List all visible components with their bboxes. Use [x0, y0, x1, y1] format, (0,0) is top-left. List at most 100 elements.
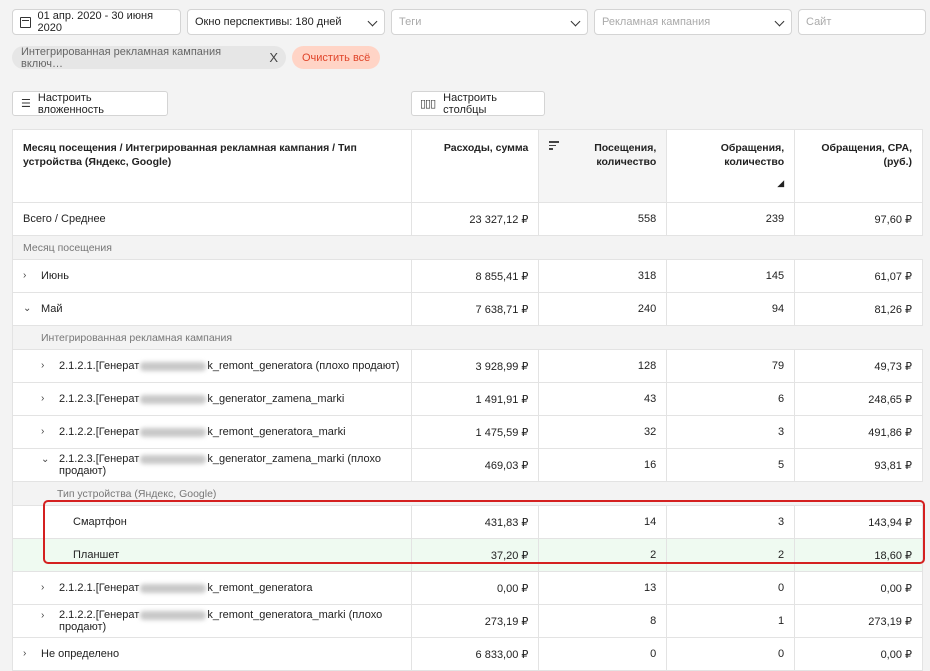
cell-requests: 3 — [667, 416, 796, 448]
cell-spend: 1 475,59 ₽ — [412, 416, 540, 448]
header-dimension[interactable]: Месяц посещения / Интегрированная реклам… — [13, 130, 412, 202]
chevron-down-icon[interactable]: ⌄ — [41, 454, 51, 466]
calendar-icon — [20, 16, 31, 28]
cell-visits: 14 — [539, 506, 668, 538]
chevron-right-icon[interactable]: › — [41, 393, 51, 405]
cell-cpa: 61,07 ₽ — [795, 260, 924, 292]
cell-spend: 431,83 ₽ — [412, 506, 540, 538]
cell-visits: 240 — [539, 293, 668, 325]
tags-placeholder: Теги — [399, 16, 422, 28]
row-name-cell: › 2.1.2.2.[Генерат k_remont_generatora_ma… — [13, 605, 412, 637]
row-name: Планшет — [13, 539, 412, 571]
nesting-icon: ☰ — [21, 98, 31, 110]
cell-spend: 469,03 ₽ — [412, 449, 540, 481]
row-name-cell: › 2.1.2.3.[Генерат k_generator_zamena_mar… — [13, 383, 412, 415]
cell-visits: 43 — [539, 383, 668, 415]
table-row[interactable]: › Не определено 6 833,00 ₽ 0 0 0,00 ₽ — [13, 638, 924, 671]
row-name-cell: › 2.1.2.2.[Генерат k_remont_generatora_ma… — [13, 416, 412, 448]
cell-requests: 239 — [667, 203, 796, 235]
table-row[interactable]: › 2.1.2.1.[Генерат k_remont_generatora (п… — [13, 350, 923, 383]
row-name: Май — [41, 303, 63, 315]
close-icon[interactable]: X — [269, 50, 278, 65]
cell-requests: 0 — [667, 572, 796, 604]
table-row[interactable]: ⌄ 2.1.2.3.[Генерат k_generator_zamena_mar… — [13, 449, 923, 482]
cell-requests: 79 — [667, 350, 796, 382]
cell-cpa: 97,60 ₽ — [795, 203, 924, 235]
chevron-right-icon[interactable]: › — [41, 360, 51, 372]
active-filters: Интегрированная рекламная кампания включ… — [12, 46, 381, 70]
report-table: Месяц посещения / Интегрированная реклам… — [12, 129, 924, 671]
row-name-cell: ⌄ 2.1.2.3.[Генерат k_generator_zamena_mar… — [13, 449, 412, 481]
clear-all-button[interactable]: Очистить всё — [292, 46, 381, 69]
table-row-smartphone[interactable]: Смартфон 431,83 ₽ 14 3 143,94 ₽ — [13, 506, 923, 539]
header-requests-line2: количество — [724, 156, 785, 168]
cell-visits: 13 — [539, 572, 668, 604]
cell-spend: 23 327,12 ₽ — [412, 203, 540, 235]
cell-requests: 0 — [667, 638, 796, 670]
attribution-window-select[interactable]: Окно перспективы: 180 дней — [187, 9, 385, 35]
chevron-down-icon — [774, 16, 785, 27]
row-name: Июнь — [41, 270, 69, 282]
row-name: 2.1.2.3.[Генерат k_generator_zamena_marki… — [59, 453, 381, 477]
cell-visits: 8 — [539, 605, 668, 637]
cell-cpa: 491,86 ₽ — [795, 416, 923, 448]
window-value: 180 дней — [295, 16, 342, 28]
configure-nesting-button[interactable]: ☰ Настроить вложенность — [12, 91, 168, 116]
table-row[interactable]: ⌄ Май 7 638,71 ₽ 240 94 81,26 ₽ — [13, 293, 924, 326]
campaign-select[interactable]: Рекламная кампания — [594, 9, 792, 35]
redacted-text — [140, 610, 207, 620]
campaign-placeholder: Рекламная кампания — [602, 16, 711, 28]
row-name-cell: › 2.1.2.1.[Генерат k_remont_generatora — [13, 572, 412, 604]
tags-select[interactable]: Теги — [391, 9, 588, 35]
cell-visits: 318 — [539, 260, 668, 292]
cell-requests: 94 — [667, 293, 796, 325]
chevron-down-icon — [570, 16, 581, 27]
date-range-picker[interactable]: 01 апр. 2020 - 30 июня 2020 — [12, 9, 181, 35]
chevron-right-icon[interactable]: › — [41, 610, 51, 622]
cell-spend: 6 833,00 ₽ — [412, 638, 540, 670]
cell-cpa: 49,73 ₽ — [795, 350, 923, 382]
configure-columns-button[interactable]: ▯▯▯ Настроить столбцы — [411, 91, 545, 116]
header-spend[interactable]: Расходы, сумма — [412, 130, 540, 202]
cell-spend: 7 638,71 ₽ — [412, 293, 540, 325]
row-name: Всего / Среднее — [13, 203, 412, 235]
chevron-right-icon[interactable]: › — [41, 582, 51, 594]
cell-spend: 0,00 ₽ — [412, 572, 540, 604]
table-row[interactable]: › 2.1.2.2.[Генерат k_remont_generatora_ma… — [13, 605, 923, 638]
table-row[interactable]: › 2.1.2.2.[Генерат k_remont_generatora_ma… — [13, 416, 923, 449]
cell-cpa: 18,60 ₽ — [795, 539, 923, 571]
table-row[interactable]: › Июнь 8 855,41 ₽ 318 145 61,07 ₽ — [13, 260, 924, 293]
header-requests-line1: Обращения, — [720, 142, 785, 154]
cell-visits: 0 — [539, 638, 668, 670]
site-placeholder: Сайт — [806, 16, 832, 28]
row-name: 2.1.2.3.[Генерат k_generator_zamena_marki — [59, 393, 345, 405]
redacted-text — [140, 583, 207, 593]
table-row[interactable]: › 2.1.2.1.[Генерат k_remont_generatora 0,… — [13, 572, 923, 605]
header-cpa[interactable]: Обращения, CPA, (руб.) — [795, 130, 924, 202]
cell-spend: 273,19 ₽ — [412, 605, 540, 637]
redacted-text — [140, 427, 207, 437]
table-row-total: Всего / Среднее 23 327,12 ₽ 558 239 97,6… — [13, 203, 924, 236]
chevron-right-icon[interactable]: › — [23, 648, 33, 660]
table-row-tablet[interactable]: Планшет 37,20 ₽ 2 2 18,60 ₽ — [13, 539, 923, 572]
cell-visits: 16 — [539, 449, 668, 481]
cell-requests: 145 — [667, 260, 796, 292]
active-filter-chip[interactable]: Интегрированная рекламная кампания включ… — [12, 46, 286, 70]
columns-icon: ▯▯▯ — [420, 98, 436, 110]
chevron-right-icon[interactable]: › — [41, 426, 51, 438]
chevron-right-icon[interactable]: › — [23, 270, 33, 282]
table-row[interactable]: › 2.1.2.3.[Генерат k_generator_zamena_mar… — [13, 383, 923, 416]
site-select[interactable]: Сайт — [798, 9, 926, 35]
header-requests[interactable]: Обращения, количество ◢ — [667, 130, 796, 202]
sort-icon — [549, 141, 560, 152]
chevron-down-icon[interactable]: ⌄ — [23, 303, 33, 315]
resize-handle-icon[interactable]: ◢ — [777, 176, 784, 190]
row-name-cell: › Не определено — [13, 638, 412, 670]
table-header: Месяц посещения / Интегрированная реклам… — [13, 129, 924, 203]
header-visits[interactable]: Посещения, количество — [539, 130, 668, 202]
section-month: Месяц посещения — [13, 236, 923, 260]
configure-columns-label: Настроить столбцы — [443, 91, 497, 116]
cell-requests: 2 — [667, 539, 796, 571]
redacted-text — [140, 394, 207, 404]
cell-cpa: 0,00 ₽ — [795, 638, 924, 670]
